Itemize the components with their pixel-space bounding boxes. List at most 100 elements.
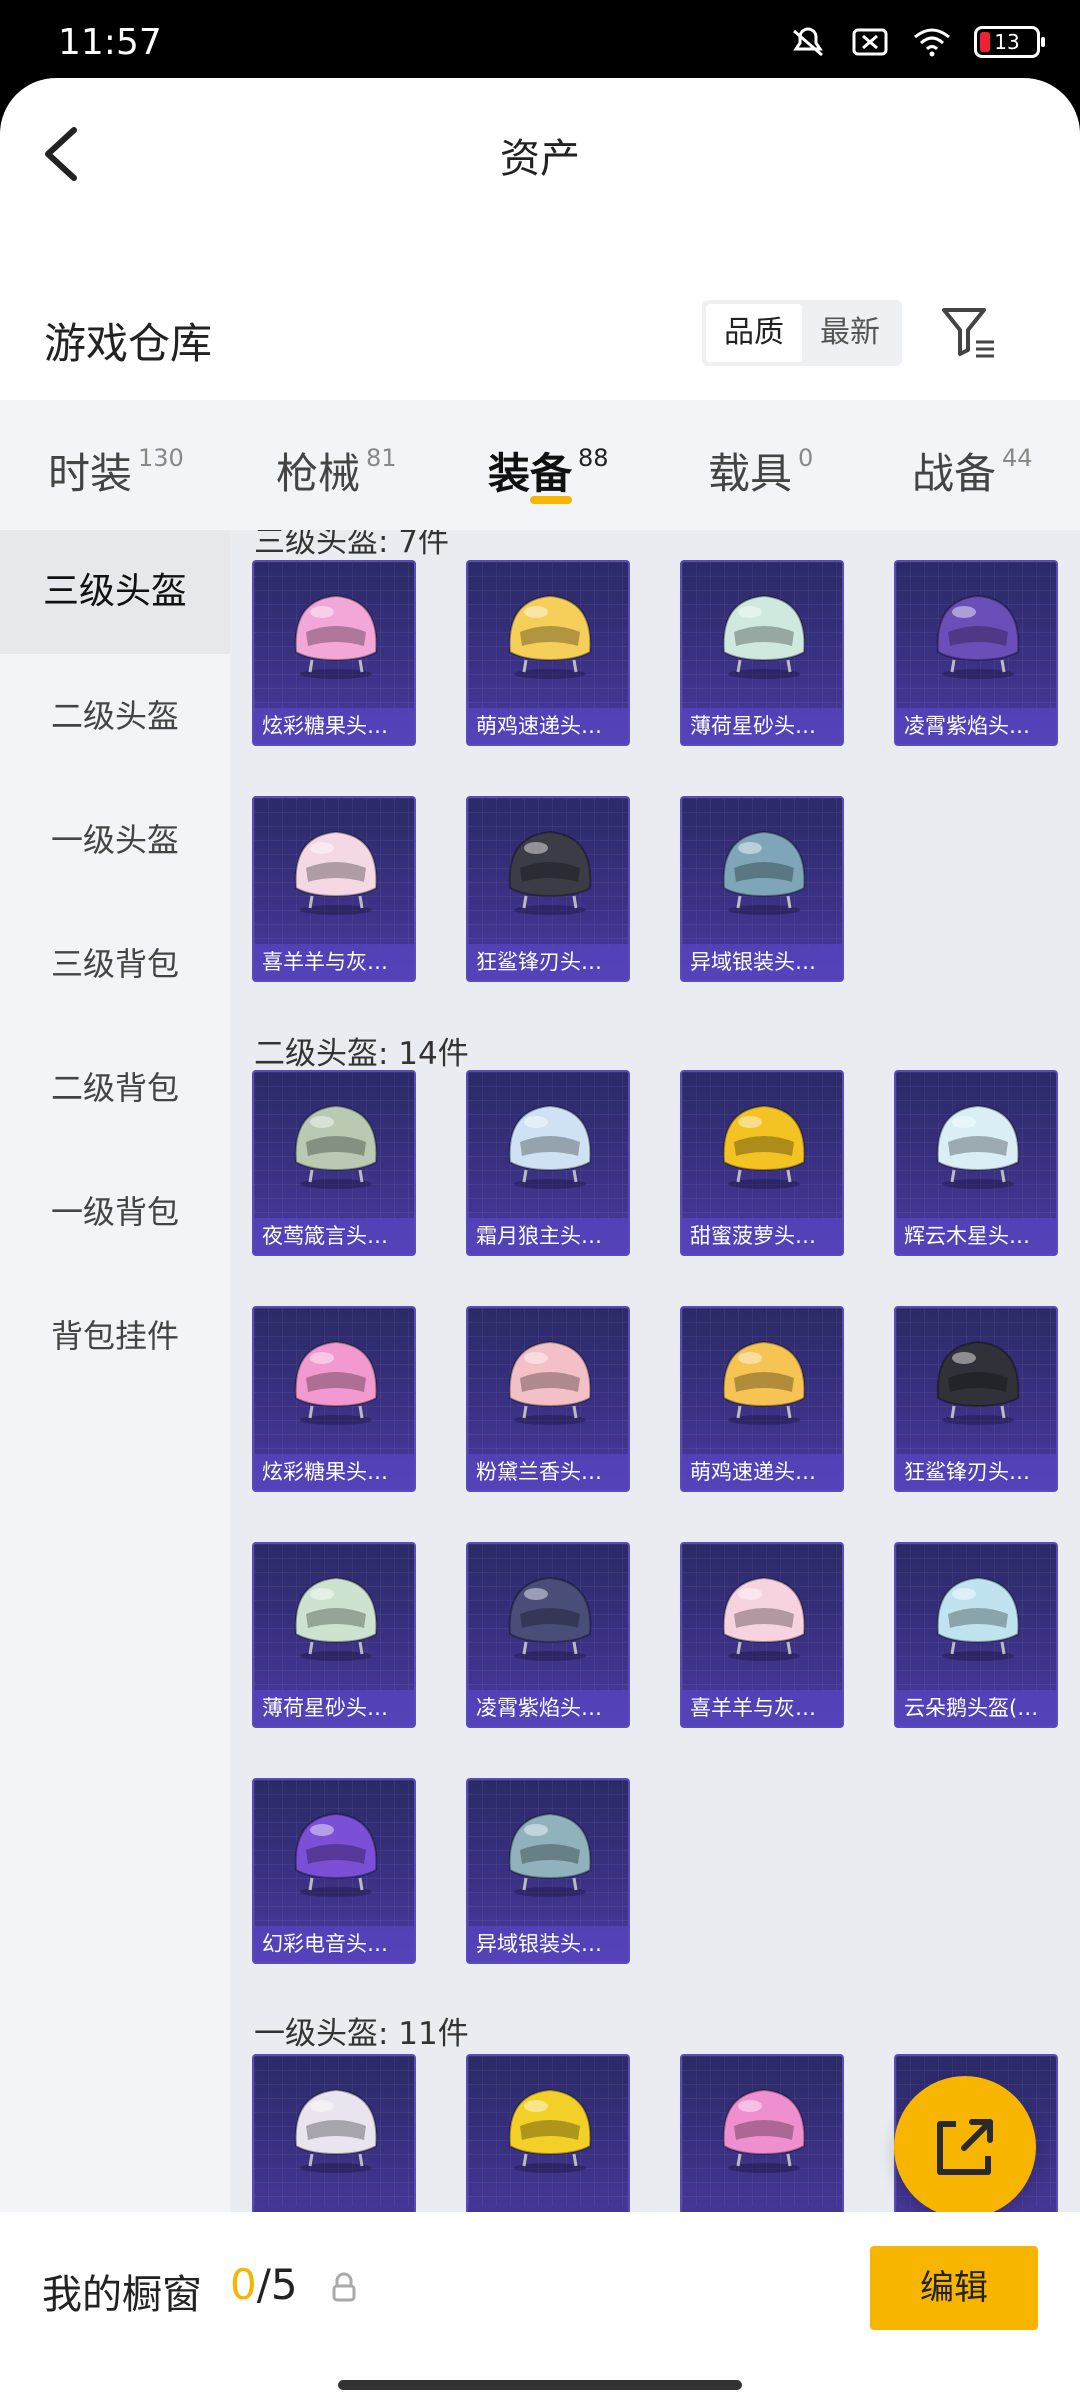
sidebar-item-level1-helmet[interactable]: 一级头盔 xyxy=(0,778,230,902)
tab-fashion[interactable]: 时装 130 xyxy=(48,440,184,501)
helmet-icon xyxy=(936,1576,1020,1661)
item-card[interactable]: 云朵鹅头盔(… xyxy=(894,1542,1058,1728)
item-name: 薄荷星砂头… xyxy=(682,708,842,744)
sort-latest-button[interactable]: 最新 xyxy=(802,304,898,362)
wifi-icon xyxy=(914,28,950,57)
sidebar: 三级头盔 二级头盔 一级头盔 三级背包 二级背包 一级背包 背包挂件 xyxy=(0,530,230,2290)
tab-count: 81 xyxy=(366,444,397,472)
item-card[interactable]: 甜蜜菠萝头… xyxy=(680,1070,844,1256)
item-name: 霜月狼主头… xyxy=(468,1218,628,1254)
item-name: 凌霄紫焰头… xyxy=(468,1690,628,1726)
item-card[interactable]: 炫彩糖果头… xyxy=(252,1306,416,1492)
tab-count: 44 xyxy=(1002,444,1033,472)
tab-count: 0 xyxy=(798,444,814,472)
item-card[interactable]: 狂鲨锋刃头… xyxy=(466,796,630,982)
helmet-icon xyxy=(294,830,378,915)
item-card[interactable]: 粉黛兰香头… xyxy=(466,1306,630,1492)
helmet-icon xyxy=(508,594,592,679)
tab-supplies[interactable]: 战备 44 xyxy=(912,440,1033,501)
section-title: 一级头盔: 11件 xyxy=(254,2016,469,2052)
helmet-icon xyxy=(936,1340,1020,1425)
helmet-icon xyxy=(722,594,806,679)
battery-level: 13 xyxy=(994,30,1020,54)
tab-vehicles[interactable]: 载具 0 xyxy=(708,440,813,501)
item-name: 凌霄紫焰头… xyxy=(896,708,1056,744)
item-card[interactable]: 萌鸡速递头… xyxy=(680,1306,844,1492)
helmet-icon xyxy=(936,594,1020,679)
helmet-icon xyxy=(294,2088,378,2173)
item-name: 辉云木星头… xyxy=(896,1218,1056,1254)
showcase-current: 0 xyxy=(230,2260,257,2309)
tab-label: 载具 xyxy=(708,449,793,498)
item-card[interactable]: 狂鲨锋刃头… xyxy=(894,1306,1058,1492)
sidebar-item-backpack-charm[interactable]: 背包挂件 xyxy=(0,1274,230,1398)
item-name: 炫彩糖果头… xyxy=(254,1454,414,1490)
helmet-icon xyxy=(722,1340,806,1425)
helmet-icon xyxy=(722,830,806,915)
item-card[interactable]: 霜月狼主头… xyxy=(466,1070,630,1256)
warehouse-title: 游戏仓库 xyxy=(44,319,213,368)
sidebar-item-level3-helmet[interactable]: 三级头盔 xyxy=(0,530,230,654)
showcase-total: /5 xyxy=(256,2260,298,2309)
sidebar-item-level2-backpack[interactable]: 二级背包 xyxy=(0,1026,230,1150)
helmet-icon xyxy=(508,1104,592,1189)
item-card[interactable]: 喜羊羊与灰… xyxy=(252,796,416,982)
top-bar: 资产 xyxy=(0,78,1080,228)
status-time: 11:57 xyxy=(58,22,162,63)
item-card[interactable]: 异域银装头… xyxy=(680,796,844,982)
item-card[interactable]: 凌霄紫焰头… xyxy=(894,560,1058,746)
item-name: 喜羊羊与灰… xyxy=(254,944,414,980)
sort-toggle: 品质 最新 xyxy=(702,300,902,366)
item-name: 狂鲨锋刃头… xyxy=(896,1454,1056,1490)
item-name: 甜蜜菠萝头… xyxy=(682,1218,842,1254)
item-name: 薄荷星砂头… xyxy=(254,1690,414,1726)
mute-icon xyxy=(793,27,823,57)
helmet-icon xyxy=(294,1576,378,1661)
category-tabs: 时装 130 枪械 81 装备 88 载具 0 战备 44 xyxy=(0,400,1080,530)
item-name: 云朵鹅头盔(… xyxy=(896,1690,1056,1726)
helmet-icon xyxy=(508,2088,592,2173)
tab-label: 时装 xyxy=(48,449,133,498)
helmet-icon xyxy=(722,1104,806,1189)
battery-icon: 13 xyxy=(974,26,1045,58)
helmet-icon xyxy=(294,594,378,679)
section-title: 三级头盔: 7件 xyxy=(254,530,450,560)
item-name: 粉黛兰香头… xyxy=(468,1454,628,1490)
sort-quality-button[interactable]: 品质 xyxy=(706,304,802,362)
sidebar-item-level3-backpack[interactable]: 三级背包 xyxy=(0,902,230,1026)
item-card[interactable]: 薄荷星砂头… xyxy=(680,560,844,746)
edit-button[interactable]: 编辑 xyxy=(870,2246,1038,2330)
item-card[interactable]: 异域银装头… xyxy=(466,1778,630,1964)
item-card[interactable]: 萌鸡速递头… xyxy=(466,560,630,746)
item-card[interactable]: 辉云木星头… xyxy=(894,1070,1058,1256)
item-card[interactable]: 夜莺箴言头… xyxy=(252,1070,416,1256)
item-name: 萌鸡速递头… xyxy=(468,708,628,744)
tab-label: 枪械 xyxy=(276,449,361,498)
item-grid: 三级头盔: 7件 二级头盔: 14件 一级头盔: 11件 炫彩糖果头… 萌鸡速递头… xyxy=(230,530,1080,2290)
lock-icon xyxy=(332,2272,356,2302)
tab-equipment[interactable]: 装备 88 xyxy=(488,440,609,501)
helmet-icon xyxy=(294,1104,378,1189)
tab-count: 88 xyxy=(578,444,609,472)
helmet-icon xyxy=(294,1812,378,1897)
item-card[interactable]: 凌霄紫焰头… xyxy=(466,1542,630,1728)
external-link-icon xyxy=(937,2119,993,2175)
item-card[interactable]: 喜羊羊与灰… xyxy=(680,1542,844,1728)
sidebar-item-level1-backpack[interactable]: 一级背包 xyxy=(0,1150,230,1274)
item-name: 炫彩糖果头… xyxy=(254,708,414,744)
helmet-icon xyxy=(508,1340,592,1425)
tab-firearms[interactable]: 枪械 81 xyxy=(276,440,397,501)
no-sim-icon xyxy=(852,28,888,56)
sidebar-item-level2-helmet[interactable]: 二级头盔 xyxy=(0,654,230,778)
showcase-count: 0/5 xyxy=(230,2260,298,2309)
section-title: 二级头盔: 14件 xyxy=(254,1036,469,1072)
item-card[interactable]: 炫彩糖果头… xyxy=(252,560,416,746)
item-card[interactable]: 幻彩电音头… xyxy=(252,1778,416,1964)
item-name: 萌鸡速递头… xyxy=(682,1454,842,1490)
helmet-icon xyxy=(722,2088,806,2173)
showcase-bar: 我的橱窗 0/5 编辑 xyxy=(0,2212,1080,2400)
item-card[interactable]: 薄荷星砂头… xyxy=(252,1542,416,1728)
tab-count: 130 xyxy=(138,444,184,472)
share-fab[interactable] xyxy=(894,2076,1036,2218)
filter-icon[interactable] xyxy=(940,304,998,362)
